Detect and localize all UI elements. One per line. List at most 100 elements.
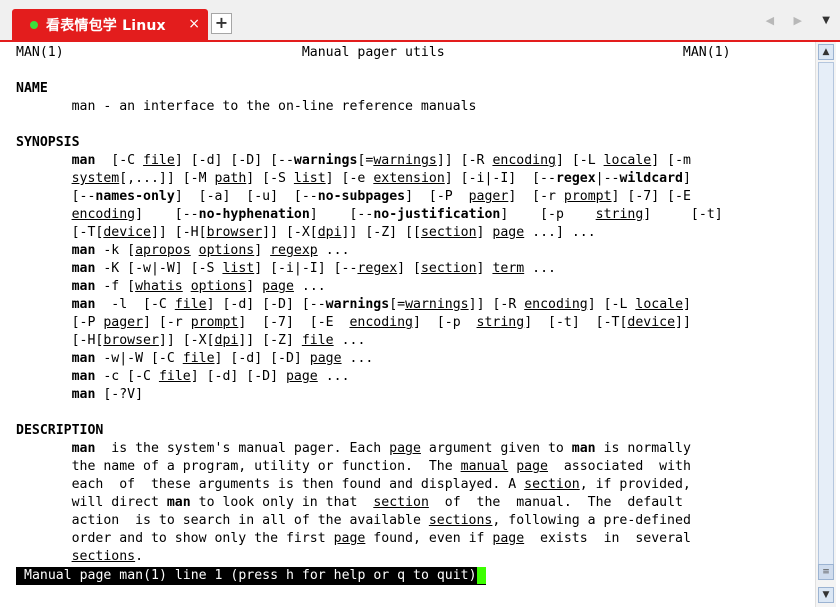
man-bold-text: warnings [325,297,390,312]
man-underlined-text: warnings [405,297,469,312]
man-underlined-text: section [524,477,580,492]
man-underlined-text: file [182,351,215,366]
man-text: of the manual. The default [428,495,683,510]
man-underlined-text: page [492,225,525,240]
pager-status-text: Manual page man(1) line 1 (press h for h… [24,568,477,583]
man-text [16,441,72,456]
man-underlined-text: locale [635,297,684,312]
man-text: the name of a program, utility or functi… [16,459,461,474]
man-text: [-C [95,153,144,168]
man-underlined-text: pager [468,189,509,204]
man-bold-text: SYNOPSIS [16,135,80,150]
man-text: ] [683,297,691,312]
man-bold-text: wildcard [619,171,683,186]
man-text [16,387,72,402]
man-text: ] [-a] [-u] [-- [174,189,318,204]
man-line: man [-C file] [-d] [-D] [--warnings[=war… [16,153,691,168]
man-text: ] [-d] [-D] [-- [206,297,326,312]
man-text: ] [-L [555,153,604,168]
man-line: man -f [whatis options] page ... [16,279,326,294]
man-underlined-text: browser [103,333,159,348]
man-text: to look only in that [190,495,374,510]
man-line: DESCRIPTION [16,423,103,438]
man-bold-text: warnings [293,153,358,168]
man-text: ] [683,171,691,186]
man-text: man - an interface to the on-line refere… [16,99,477,114]
man-text: ] [-i|-I] [-- [444,171,556,186]
man-underlined-text: section [373,495,429,510]
man-text: ] [-- [135,207,199,222]
terminal-area[interactable]: MAN(1) Manual pager utils MAN(1) NAME ma… [0,42,815,607]
tab-scroll-arrows-icon[interactable]: ◀ ▶ [766,14,810,27]
man-text: |-- [595,171,620,186]
man-bold-text: no-subpages [317,189,406,204]
man-bold-text: man [71,153,96,168]
man-underlined-text: prompt [563,189,612,204]
man-text: -w|-W [-C [95,351,183,366]
man-underlined-text: encoding [71,207,136,222]
man-text: ] [246,279,263,294]
man-underlined-text: sections [71,549,136,564]
vertical-scrollbar[interactable]: ▲ ≡ ▼ [815,42,836,607]
man-underlined-text: dpi [317,225,342,240]
man-text [16,153,72,168]
scrollbar-grip-icon[interactable]: ≡ [818,564,834,580]
man-text: ] [254,243,271,258]
man-underlined-text: locale [603,153,652,168]
man-underlined-text: apropos [135,243,191,258]
man-bold-text: man [71,441,96,456]
man-text [16,279,72,294]
man-text [191,243,199,258]
man-underlined-text: encoding [492,153,556,168]
man-text: [-P [16,315,104,330]
tab-list-dropdown-icon[interactable]: ▼ [822,15,830,26]
man-bold-text: no-justification [373,207,501,222]
man-line: sections. [16,549,143,564]
man-text: ] [-7] [-E [611,189,691,204]
man-line: man [-?V] [16,387,143,402]
man-underlined-text: section [420,261,477,276]
man-text: [-- [16,189,96,204]
scroll-down-arrow-icon[interactable]: ▼ [818,587,834,603]
man-text: ] [-d] [-D] [190,369,286,384]
man-bold-text: DESCRIPTION [16,423,104,438]
man-text: ] [-p [413,315,477,330]
man-text: ] [-d] [-D] [214,351,310,366]
man-text: , following a pre-defined [492,513,691,528]
man-text: MAN(1) Manual pager utils MAN(1) [16,45,731,60]
man-text: . [135,549,144,564]
man-text: -k [ [95,243,136,258]
man-text: ]] [-R [436,153,493,168]
scroll-up-arrow-icon[interactable]: ▲ [818,44,834,60]
man-bold-text: names-only [95,189,175,204]
pager-status-line: Manual page man(1) line 1 (press h for h… [16,567,486,585]
man-bold-text: man [571,441,596,456]
man-text [16,207,72,222]
man-underlined-text: term [492,261,525,276]
man-text [16,171,72,186]
close-tab-icon[interactable]: × [188,16,200,32]
man-text [16,297,72,312]
man-text: ] [-t] [643,207,723,222]
tab-bar: 看表情包学 Linux × + ◀ ▶ ▼ [0,0,840,41]
new-tab-button[interactable]: + [211,13,232,34]
man-underlined-text: manual [460,459,509,474]
man-text: ] [-- [309,207,374,222]
scrollbar-thumb[interactable] [818,62,834,570]
man-text: ] [-p [500,207,596,222]
man-text: ] [-S [246,171,294,186]
man-underlined-text: page [333,531,366,546]
man-underlined-text: page [492,531,525,546]
terminal-tab[interactable]: 看表情包学 Linux × [12,9,208,40]
man-text: [-T[ [16,225,104,240]
man-text: ]] [-X[ [262,225,318,240]
man-text: ... [333,333,366,348]
man-line: man -k [apropos options] regexp ... [16,243,350,258]
man-text: ] [-t] [-T[ [524,315,628,330]
man-underlined-text: browser [206,225,263,240]
man-text: is normally [595,441,691,456]
man-text: ...] ... [524,225,596,240]
man-text: [= [357,153,374,168]
man-line: [-H[browser]] [-X[dpi]] [-Z] file ... [16,333,366,348]
man-line: system[,...]] [-M path] [-S list] [-e ex… [16,171,691,186]
